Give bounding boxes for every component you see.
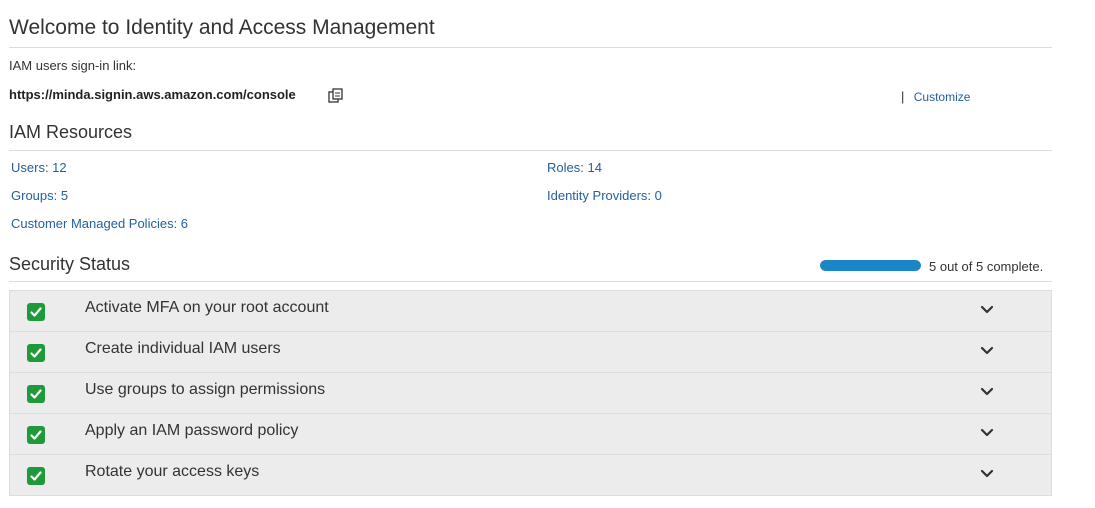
status-item-label: Create individual IAM users — [85, 340, 281, 357]
page-title: Welcome to Identity and Access Managemen… — [9, 16, 435, 39]
chevron-down-icon[interactable] — [979, 343, 995, 359]
roles-link[interactable]: Roles: 14 — [547, 160, 602, 175]
status-item-label: Use groups to assign permissions — [85, 381, 326, 398]
chevron-down-icon[interactable] — [979, 384, 995, 400]
customize-area: | Customize — [901, 89, 970, 104]
users-link[interactable]: Users: 12 — [11, 160, 67, 175]
security-progress-bar — [820, 260, 921, 271]
copy-icon[interactable] — [327, 87, 345, 105]
status-item-label: Apply an IAM password policy — [85, 422, 299, 439]
iam-resources-title: IAM Resources — [9, 122, 133, 142]
check-icon — [27, 467, 45, 485]
header-divider — [9, 47, 1052, 48]
customize-separator: | — [901, 89, 905, 104]
status-item-groups[interactable]: Use groups to assign permissions — [10, 373, 1051, 414]
chevron-down-icon[interactable] — [979, 302, 995, 318]
resources-divider — [9, 150, 1052, 151]
signin-label: IAM users sign-in link: — [9, 58, 137, 73]
check-icon — [27, 385, 45, 403]
signin-url[interactable]: https://minda.signin.aws.amazon.com/cons… — [9, 87, 296, 102]
status-item-label: Rotate your access keys — [85, 463, 260, 480]
identity-providers-link[interactable]: Identity Providers: 0 — [547, 188, 662, 203]
status-item-label: Activate MFA on your root account — [85, 299, 329, 316]
check-icon — [27, 426, 45, 444]
status-item-password-policy[interactable]: Apply an IAM password policy — [10, 414, 1051, 455]
security-divider — [9, 281, 1052, 282]
status-item-users[interactable]: Create individual IAM users — [10, 332, 1051, 373]
chevron-down-icon[interactable] — [979, 425, 995, 441]
chevron-down-icon[interactable] — [979, 466, 995, 482]
check-icon — [27, 303, 45, 321]
security-status-title: Security Status — [9, 254, 131, 274]
security-progress-fill — [820, 260, 921, 271]
iam-dashboard: Welcome to Identity and Access Managemen… — [0, 0, 1095, 508]
customize-link[interactable]: Customize — [914, 90, 971, 104]
status-item-mfa[interactable]: Activate MFA on your root account — [10, 291, 1051, 332]
status-item-access-keys[interactable]: Rotate your access keys — [10, 455, 1051, 495]
check-icon — [27, 344, 45, 362]
security-progress-text: 5 out of 5 complete. — [929, 259, 1044, 274]
security-status-list: Activate MFA on your root account Create… — [9, 290, 1052, 496]
groups-link[interactable]: Groups: 5 — [11, 188, 68, 203]
customer-managed-policies-link[interactable]: Customer Managed Policies: 6 — [11, 216, 188, 231]
